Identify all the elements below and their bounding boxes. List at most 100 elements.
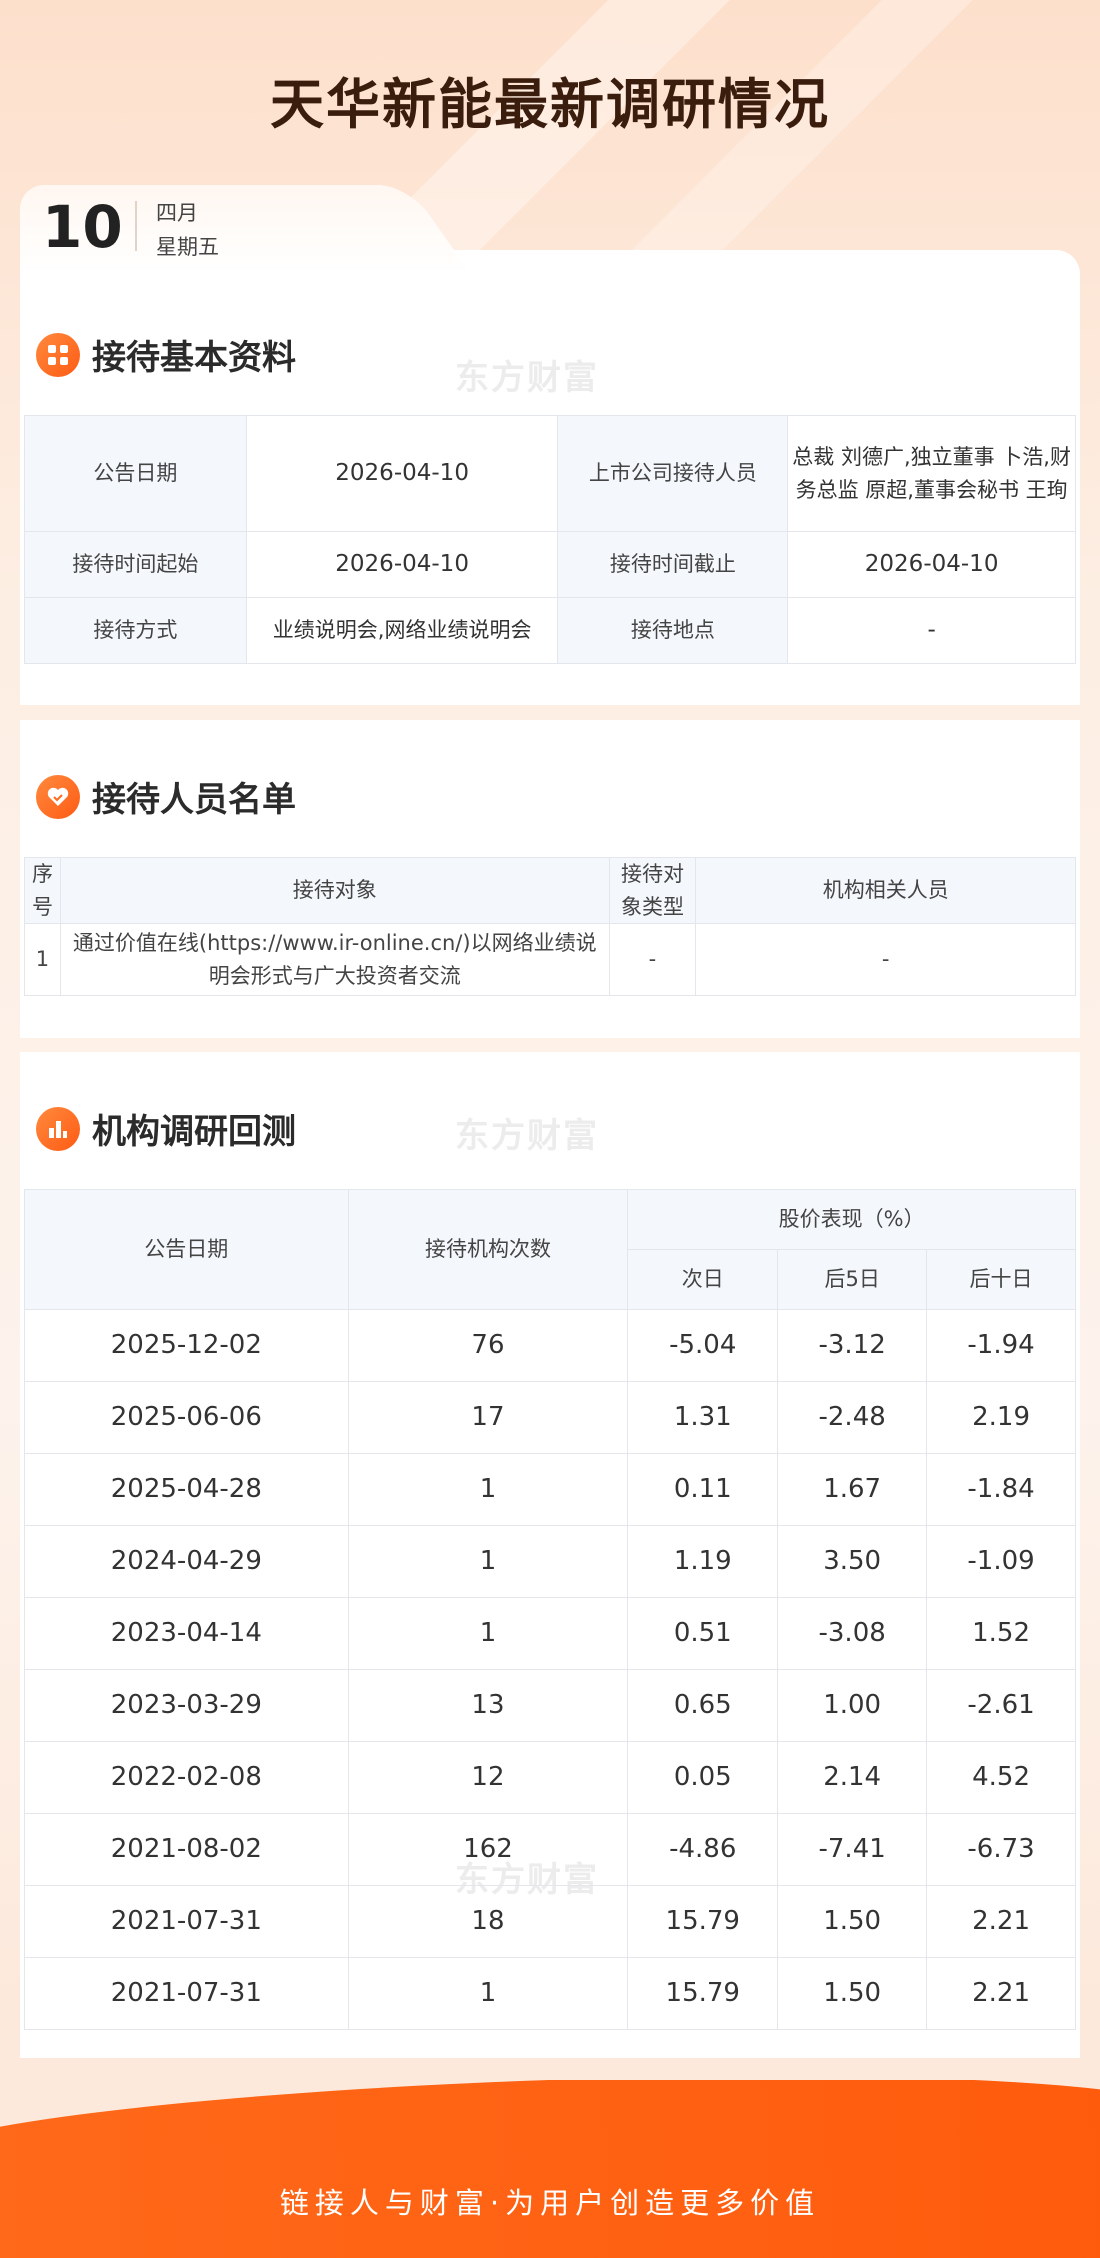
reception-list-header: 接待人员名单 <box>36 772 296 821</box>
cell-date: 2022-02-08 <box>24 1741 349 1814</box>
reception-table: 序号 接待对象 接待对象类型 机构相关人员 1 通过价值在线(https://w… <box>24 856 1076 997</box>
table-row: 2023-04-14 1 0.51 -3.08 1.52 <box>24 1597 1076 1670</box>
row-number: 1 <box>24 923 61 997</box>
cell-count: 1 <box>347 1525 629 1598</box>
basic-info-table: 公告日期 2026-04-10 上市公司接待人员 总裁 刘德广,独立董事 卜浩,… <box>24 415 1076 664</box>
cell-d1: 0.11 <box>627 1453 779 1526</box>
cell-date: 2025-06-06 <box>24 1381 349 1454</box>
bar-chart-icon <box>36 1106 80 1151</box>
column-header: 机构相关人员 <box>695 856 1076 925</box>
target-type: - <box>608 923 697 997</box>
cell-count: 76 <box>347 1309 629 1382</box>
cell-date: 2021-07-31 <box>24 1885 349 1958</box>
grid-icon <box>36 332 80 377</box>
cell-date: 2025-12-02 <box>24 1309 349 1382</box>
cell-count: 18 <box>347 1885 629 1958</box>
column-header: 股价表现（%） <box>627 1189 1076 1250</box>
table-row: 2023-03-29 13 0.65 1.00 -2.61 <box>24 1669 1076 1742</box>
field-value: - <box>787 597 1076 664</box>
watermark: 东方财富 <box>455 1116 599 1156</box>
cell-d5: -7.41 <box>777 1813 928 1886</box>
cell-d5: 1.00 <box>777 1669 928 1742</box>
cell-d1: -4.86 <box>627 1813 779 1886</box>
table-row: 2025-12-02 76 -5.04 -3.12 -1.94 <box>24 1309 1076 1382</box>
cell-d1: -5.04 <box>627 1309 779 1382</box>
field-label: 接待时间起始 <box>24 531 247 598</box>
reception-target: 通过价值在线(https://www.ir-online.cn/)以网络业绩说明… <box>59 923 610 997</box>
column-header: 次日 <box>627 1249 779 1310</box>
cell-d10: 2.21 <box>926 1885 1076 1958</box>
related-staff: - <box>695 923 1076 997</box>
cell-d10: 2.19 <box>926 1381 1076 1454</box>
table-row: 2022-02-08 12 0.05 2.14 4.52 <box>24 1741 1076 1814</box>
cell-d5: -3.12 <box>777 1309 928 1382</box>
column-header: 接待对象类型 <box>608 856 697 925</box>
field-value: 2026-04-10 <box>245 415 559 532</box>
cell-d5: -3.08 <box>777 1597 928 1670</box>
cell-count: 13 <box>347 1669 629 1742</box>
cell-d1: 0.05 <box>627 1741 779 1814</box>
field-label: 公告日期 <box>24 415 247 532</box>
field-label: 接待地点 <box>557 597 789 664</box>
footer-banner: 链接人与财富·为用户创造更多价值 <box>0 2080 1100 2258</box>
cell-d10: -6.73 <box>926 1813 1076 1886</box>
backtest-card: 机构调研回测 东方财富 东方财富 公告日期 接待机构次数 股价表现（%） 次日 … <box>20 1052 1080 2058</box>
cell-d1: 0.51 <box>627 1597 779 1670</box>
cell-date: 2021-08-02 <box>24 1813 349 1886</box>
table-row: 2024-04-29 1 1.19 3.50 -1.09 <box>24 1525 1076 1598</box>
cell-d10: -1.84 <box>926 1453 1076 1526</box>
footer-wave <box>0 2080 1100 2258</box>
handshake-heart-icon <box>36 774 80 819</box>
cell-count: 1 <box>347 1597 629 1670</box>
table-row: 2021-08-02 162 -4.86 -7.41 -6.73 <box>24 1813 1076 1886</box>
cell-count: 1 <box>347 1957 629 2030</box>
field-value: 业绩说明会,网络业绩说明会 <box>245 597 559 664</box>
cell-count: 12 <box>347 1741 629 1814</box>
watermark: 东方财富 <box>455 358 599 398</box>
cell-d1: 15.79 <box>627 1885 779 1958</box>
table-row: 公告日期 2026-04-10 上市公司接待人员 总裁 刘德广,独立董事 卜浩,… <box>24 415 1076 532</box>
page-title: 天华新能最新调研情况 <box>270 73 830 136</box>
table-header-row: 序号 接待对象 接待对象类型 机构相关人员 <box>24 856 1076 925</box>
table-row: 接待时间起始 2026-04-10 接待时间截止 2026-04-10 <box>24 531 1076 598</box>
cell-d1: 15.79 <box>627 1957 779 2030</box>
cell-d5: 1.50 <box>777 1957 928 2030</box>
field-label: 接待方式 <box>24 597 247 664</box>
cell-count: 17 <box>347 1381 629 1454</box>
section-title: 接待基本资料 <box>92 338 296 378</box>
cell-d1: 0.65 <box>627 1669 779 1742</box>
cell-count: 1 <box>347 1453 629 1526</box>
cell-d5: -2.48 <box>777 1381 928 1454</box>
table-row: 2025-06-06 17 1.31 -2.48 2.19 <box>24 1381 1076 1454</box>
footer-slogan: 链接人与财富·为用户创造更多价值 <box>279 2186 821 2220</box>
cell-date: 2023-04-14 <box>24 1597 349 1670</box>
column-header: 公告日期 <box>24 1189 349 1310</box>
cell-date: 2025-04-28 <box>24 1453 349 1526</box>
date-tab: 10 四月 星期五 <box>20 185 380 275</box>
backtest-header: 机构调研回测 <box>36 1104 296 1153</box>
cell-d10: -1.09 <box>926 1525 1076 1598</box>
cell-d10: 2.21 <box>926 1957 1076 2030</box>
date-month: 四月 <box>156 201 198 225</box>
cell-d1: 1.19 <box>627 1525 779 1598</box>
column-header: 后5日 <box>777 1249 928 1310</box>
date-weekday: 星期五 <box>156 235 219 259</box>
field-label: 接待时间截止 <box>557 531 789 598</box>
table-row: 2021-07-31 1 15.79 1.50 2.21 <box>24 1957 1076 2030</box>
section-title: 机构调研回测 <box>92 1112 296 1152</box>
table-header-row: 公告日期 接待机构次数 股价表现（%） <box>24 1189 1076 1310</box>
cell-d5: 1.67 <box>777 1453 928 1526</box>
column-header: 后十日 <box>926 1249 1076 1310</box>
cell-d5: 3.50 <box>777 1525 928 1598</box>
reception-list-card: 接待人员名单 序号 接待对象 接待对象类型 机构相关人员 1 通过价值在线(ht… <box>20 720 1080 1038</box>
field-value: 2026-04-10 <box>245 531 559 598</box>
field-value: 总裁 刘德广,独立董事 卜浩,财务总监 原超,董事会秘书 王珣 <box>787 415 1076 532</box>
cell-d10: -2.61 <box>926 1669 1076 1742</box>
backtest-table: 公告日期 接待机构次数 股价表现（%） 次日 后5日 后十日 2025-12-0… <box>24 1189 1076 2030</box>
table-row: 接待方式 业绩说明会,网络业绩说明会 接待地点 - <box>24 597 1076 664</box>
table-row: 2021-07-31 18 15.79 1.50 2.21 <box>24 1885 1076 1958</box>
cell-d10: -1.94 <box>926 1309 1076 1382</box>
cell-d5: 1.50 <box>777 1885 928 1958</box>
cell-d1: 1.31 <box>627 1381 779 1454</box>
field-value: 2026-04-10 <box>787 531 1076 598</box>
